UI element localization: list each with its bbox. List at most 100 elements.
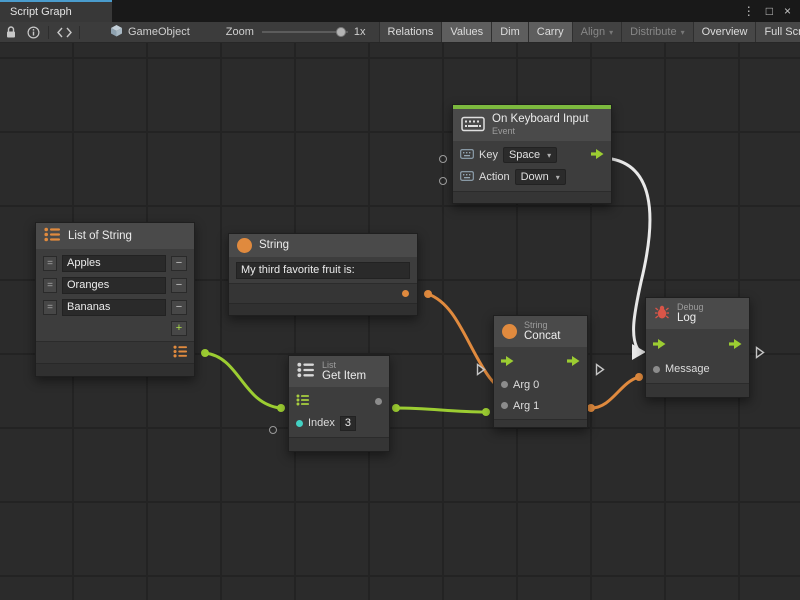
message-label: Message	[665, 363, 710, 375]
remove-item-button[interactable]: −	[171, 300, 187, 315]
drag-handle[interactable]: =	[43, 300, 57, 315]
index-in-port[interactable]	[296, 420, 303, 427]
arg1-in-port[interactable]	[501, 402, 508, 409]
action-unconnected-port[interactable]	[439, 177, 447, 185]
list-item-input[interactable]: Bananas	[62, 299, 166, 316]
index-row: Index 3	[289, 412, 389, 434]
concat-control-in-indicator[interactable]	[476, 363, 486, 376]
window-menu-icon[interactable]: ⋮	[743, 4, 755, 18]
item-out-port[interactable]	[375, 398, 382, 405]
string-value-input[interactable]: My third favorite fruit is:	[236, 262, 410, 279]
index-label: Index	[308, 417, 335, 429]
concat-control-out-indicator[interactable]	[595, 363, 605, 376]
node-debug-log[interactable]: Debug Log Message	[645, 297, 750, 398]
action-row: Action Down ▾	[453, 166, 611, 188]
zoom-label: Zoom	[226, 26, 254, 38]
node-category: String	[524, 320, 560, 330]
key-row: Key Space ▾	[453, 144, 611, 166]
add-item-row: +	[36, 318, 194, 338]
list-item-row: = Bananas −	[36, 296, 194, 318]
node-footer	[646, 383, 749, 397]
relations-button[interactable]: Relations	[379, 22, 442, 43]
node-category: Debug	[677, 302, 704, 312]
string-out-port[interactable]	[402, 290, 409, 297]
wire-arrowhead	[632, 344, 646, 360]
message-in-port[interactable]	[653, 366, 660, 373]
node-title: Get Item	[322, 370, 366, 383]
control-out-port[interactable]	[591, 149, 604, 162]
log-control-out-indicator[interactable]	[755, 346, 765, 359]
node-get-item[interactable]: List Get Item Index 3	[288, 355, 390, 452]
gameobject-label: GameObject	[128, 26, 190, 38]
chevron-down-icon: ▾	[681, 28, 685, 37]
control-row	[494, 350, 587, 374]
node-header: List of String	[36, 223, 194, 249]
node-list-of-string[interactable]: List of String = Apples − = Oranges − = …	[35, 222, 195, 377]
tab-title: Script Graph	[10, 6, 72, 18]
list-out-port[interactable]	[173, 345, 188, 361]
node-footer	[453, 191, 611, 203]
drag-handle[interactable]: =	[43, 278, 57, 293]
control-in-port[interactable]	[501, 356, 514, 369]
index-value-field[interactable]: 3	[340, 416, 356, 431]
action-dropdown[interactable]: Down ▾	[515, 169, 566, 185]
remove-item-button[interactable]: −	[171, 256, 187, 271]
list-item-input[interactable]: Apples	[62, 255, 166, 272]
remove-item-button[interactable]: −	[171, 278, 187, 293]
dim-button[interactable]: Dim	[491, 22, 528, 43]
arg0-in-port[interactable]	[501, 381, 508, 388]
zoom-slider[interactable]	[262, 26, 348, 38]
window-controls: ⋮ □ ×	[743, 0, 800, 22]
align-button: Align▾	[572, 22, 621, 43]
node-header: On Keyboard Input Event	[453, 109, 611, 141]
title-bar: Script Graph ⋮ □ ×	[0, 0, 800, 22]
key-unconnected-port[interactable]	[439, 155, 447, 163]
node-strip	[36, 363, 194, 376]
index-unconnected-port[interactable]	[269, 426, 277, 434]
control-out-port[interactable]	[567, 356, 580, 369]
list-in-port[interactable]	[296, 394, 310, 409]
maximize-icon[interactable]: □	[766, 4, 773, 18]
node-title: List of String	[68, 230, 132, 243]
chevron-down-icon: ▾	[547, 151, 551, 160]
chevron-down-icon: ▾	[609, 28, 613, 37]
node-on-keyboard-input[interactable]: On Keyboard Input Event Key Space ▾	[452, 104, 612, 204]
lock-icon[interactable]	[0, 22, 22, 42]
node-concat[interactable]: String Concat Arg 0	[493, 315, 588, 428]
toolbar-divider	[79, 26, 80, 39]
zoom-slider-track	[262, 31, 348, 33]
wire-endpoint	[482, 408, 490, 416]
carry-button[interactable]: Carry	[528, 22, 572, 43]
close-icon[interactable]: ×	[784, 4, 791, 18]
node-string-literal[interactable]: String My third favorite fruit is:	[228, 233, 418, 316]
code-icon[interactable]	[53, 22, 75, 42]
list-item-row: = Apples −	[36, 252, 194, 274]
wire-endpoint	[392, 404, 400, 412]
overview-button[interactable]: Overview	[693, 22, 756, 43]
wire-string-to-concat	[428, 294, 502, 391]
list-item-input[interactable]: Oranges	[62, 277, 166, 294]
fullscreen-button[interactable]: Full Screen	[755, 22, 800, 43]
node-header: Debug Log	[646, 298, 749, 329]
distribute-button: Distribute▾	[621, 22, 692, 43]
drag-handle[interactable]: =	[43, 256, 57, 271]
key-dropdown[interactable]: Space ▾	[503, 147, 557, 163]
control-out-port[interactable]	[729, 339, 742, 352]
unity-visual-scripting-window: Script Graph ⋮ □ × GameObject Zoom	[0, 0, 800, 600]
info-icon[interactable]	[22, 22, 44, 42]
values-button[interactable]: Values	[441, 22, 491, 43]
tab-script-graph[interactable]: Script Graph	[0, 0, 112, 22]
list-in-row	[289, 390, 389, 412]
control-in-port[interactable]	[653, 339, 666, 352]
keyboard-icon	[461, 116, 485, 135]
gameobject-target[interactable]: GameObject	[110, 24, 190, 40]
add-item-button[interactable]: +	[171, 321, 187, 336]
arg1-label: Arg 1	[513, 400, 539, 412]
string-type-icon	[502, 324, 517, 339]
wire-getitem-to-concat	[396, 408, 486, 412]
action-label: Action	[479, 171, 510, 183]
toolbar-divider	[48, 26, 49, 39]
zoom-slider-handle[interactable]	[336, 27, 346, 37]
graph-canvas[interactable]: On Keyboard Input Event Key Space ▾	[0, 43, 800, 600]
zoom-value: 1x	[354, 26, 366, 38]
